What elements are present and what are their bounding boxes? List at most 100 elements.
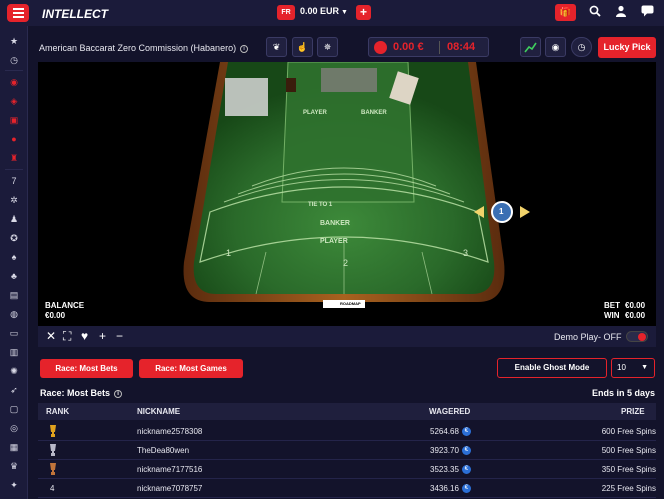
fullscreen-icon[interactable]: ⛶ (63, 330, 71, 342)
trophy-icon[interactable]: ♜ (9, 153, 19, 163)
rank-header: RANK (46, 407, 70, 416)
player-bet-label[interactable]: PLAYER (320, 238, 348, 245)
leaderboard-table: RANK NICKNAME WAGERED PRIZE nickname2578… (38, 403, 656, 499)
euro-coin-icon: € (461, 465, 471, 475)
nickname-cell: TheDea80wen (137, 446, 190, 455)
prize-cell: 500 Free Spins (601, 446, 656, 455)
info-icon[interactable]: i (240, 44, 249, 53)
cards-icon[interactable]: ▥ (9, 347, 19, 357)
bronze-trophy-icon (50, 463, 56, 475)
brand-logo[interactable]: INTELLECT (40, 3, 108, 25)
bingo-icon[interactable]: ▤ (9, 290, 19, 300)
stats-chart-icon[interactable] (520, 37, 541, 57)
nickname-cell: nickname7177516 (137, 465, 203, 474)
deposit-button[interactable]: + (356, 5, 371, 20)
race-most-games-tab[interactable]: Race: Most Games (139, 359, 243, 378)
race-title: Race: Most Bets i (40, 388, 123, 398)
table-player-label: PLAYER (303, 110, 327, 116)
roadmap-label[interactable]: ROADMAP (340, 301, 361, 306)
user-icon[interactable] (615, 5, 627, 21)
wagered-header: WAGERED (429, 407, 471, 416)
monitor-icon[interactable]: ▢ (9, 404, 19, 414)
heart-icon[interactable]: ♥ (81, 330, 88, 342)
crown-icon[interactable]: ♛ (9, 461, 19, 471)
wheel-icon[interactable]: ✺ (9, 366, 19, 376)
prize-cell: 350 Free Spins (601, 465, 656, 474)
slot-icon[interactable]: ▦ (9, 442, 19, 452)
user-icon[interactable]: ♟ (9, 214, 19, 224)
seat-number: 3 (463, 248, 469, 258)
game-canvas[interactable]: PLAYER BANKER TIE TO 1 BANKER PLAYER 1 2… (38, 62, 656, 326)
euro-coin-icon: € (461, 446, 471, 456)
search-icon[interactable] (589, 5, 601, 21)
casino-icon[interactable]: ▣ (9, 115, 19, 125)
wallet-amount: 0.00 € (393, 41, 424, 53)
club-icon[interactable]: ♣ (9, 271, 19, 281)
coin-icon (374, 41, 387, 54)
star-icon[interactable]: ★ (9, 36, 19, 46)
lucky-pick-button[interactable]: Lucky Pick (598, 37, 656, 58)
game-controls: ✕ ⛶ ♥ + − Demo Play- OFF (38, 326, 656, 347)
nickname-cell: nickname2578308 (137, 427, 203, 436)
wings-badge-icon[interactable]: ❦ (266, 37, 287, 57)
demo-play-label: Demo Play- OFF (554, 332, 622, 342)
game-title-text: American Baccarat Zero Commission (Haban… (39, 43, 237, 53)
race-title-text: Race: Most Bets (40, 388, 111, 398)
chevron-down-icon: ▼ (641, 364, 648, 371)
demo-play-toggle[interactable] (626, 331, 648, 342)
wagered-value: 3523.35 (430, 465, 459, 474)
chip-icon[interactable]: ● (9, 134, 19, 144)
language-flag-button[interactable]: FR (277, 5, 295, 20)
webcam-icon[interactable]: ◉ (545, 37, 566, 57)
win-label: WIN (604, 311, 620, 320)
gift-icon[interactable]: 🎁 (555, 4, 576, 21)
baccarat-table (183, 62, 530, 308)
zoom-in-icon[interactable]: + (99, 330, 106, 342)
session-timer: 08:44 (447, 41, 476, 53)
gear-icon[interactable]: ✲ (9, 195, 19, 205)
ball-icon[interactable]: ◍ (9, 309, 19, 319)
settings-badge-icon[interactable]: ✵ (317, 37, 338, 57)
ghost-mode-button[interactable]: Enable Ghost Mode (497, 358, 607, 378)
roulette-icon[interactable]: ◉ (9, 77, 19, 87)
nickname-header: NICKNAME (137, 407, 181, 416)
tv-icon[interactable]: ▭ (9, 328, 19, 338)
history-clock-icon[interactable]: ◷ (571, 37, 592, 57)
close-icon[interactable]: ✕ (46, 330, 56, 342)
zoom-out-icon[interactable]: − (116, 330, 123, 342)
banker-bet-label[interactable]: BANKER (320, 220, 350, 227)
balance-label: BALANCE (45, 301, 85, 310)
balance-amount: 0.00 EUR (300, 6, 340, 16)
poker-chip-icon[interactable]: ✪ (9, 233, 19, 243)
lottery-icon[interactable]: ◎ (9, 423, 19, 433)
spade-icon[interactable]: ♠ (9, 252, 19, 262)
dice-icon[interactable]: ◈ (9, 96, 19, 106)
seven-icon[interactable]: 7 (9, 176, 19, 186)
selected-chip[interactable]: 1 (499, 207, 503, 216)
hand-icon[interactable]: ☝ (292, 37, 313, 57)
rows-select[interactable]: 10 ▼ (611, 358, 655, 378)
prize-cell: 600 Free Spins (601, 427, 656, 436)
gift-icon[interactable]: ✦ (9, 480, 19, 490)
table-row: nickname7177516 3523.35 € 350 Free Spins (38, 460, 656, 479)
info-icon[interactable]: i (114, 389, 123, 398)
clock-icon[interactable]: ◷ (9, 55, 19, 65)
race-most-bets-tab[interactable]: Race: Most Bets (40, 359, 133, 378)
table-header: RANK NICKNAME WAGERED PRIZE (38, 403, 656, 420)
sidebar-divider (5, 70, 23, 71)
rocket-icon[interactable]: ➶ (9, 385, 19, 395)
bet-value: €0.00 (625, 301, 646, 310)
table-row: nickname2578308 5264.68 € 600 Free Spins (38, 422, 656, 441)
table-row: TheDea80wen 3923.70 € 500 Free Spins (38, 441, 656, 460)
euro-coin-icon: € (461, 484, 471, 494)
rows-select-value: 10 (617, 363, 626, 372)
chat-icon[interactable] (641, 5, 654, 21)
seat-number: 2 (343, 258, 349, 268)
wagered-cell: 3436.16 € (430, 484, 471, 494)
bet-label: BET (604, 301, 620, 310)
gold-trophy-icon (50, 425, 56, 437)
balance-dropdown[interactable]: 0.00 EUR ▼ (300, 6, 348, 16)
game-wallet: 0.00 € 08:44 (368, 37, 489, 57)
menu-button[interactable] (7, 4, 29, 22)
tie-label: TIE TO 1 (308, 202, 333, 208)
